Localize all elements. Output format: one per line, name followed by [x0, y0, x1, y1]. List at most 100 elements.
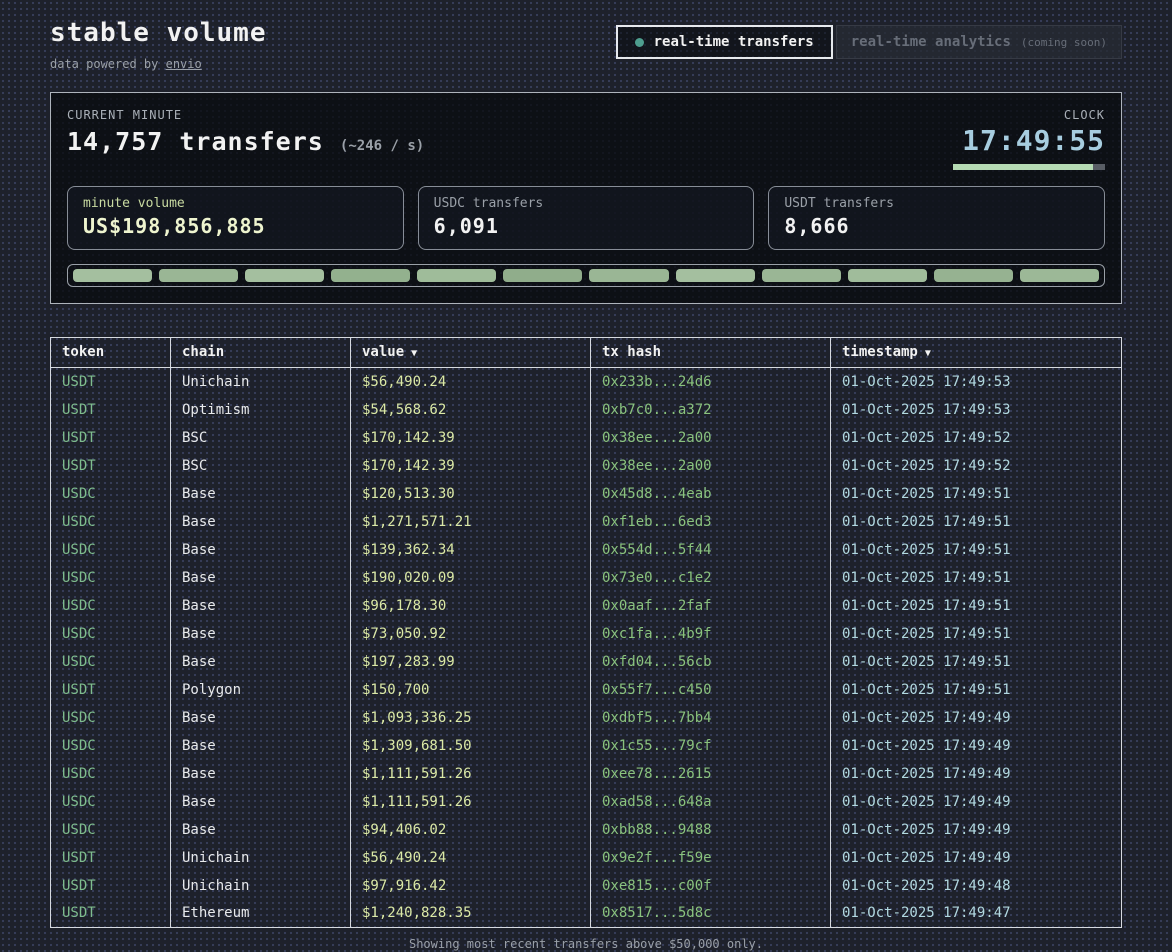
cell-timestamp: 01-Oct-2025 17:49:49: [831, 816, 1122, 844]
table-row: USDCBase$1,111,591.260xad58...648a01-Oct…: [51, 788, 1122, 816]
envio-link[interactable]: envio: [166, 57, 202, 71]
cell-tx-hash[interactable]: 0xc1fa...4b9f: [591, 620, 831, 648]
table-row: USDTOptimism$54,568.620xb7c0...a37201-Oc…: [51, 396, 1122, 424]
cell-tx-hash[interactable]: 0x1c55...79cf: [591, 732, 831, 760]
table-row: USDCBase$96,178.300x0aaf...2faf01-Oct-20…: [51, 592, 1122, 620]
cell-token: USDT: [51, 844, 171, 872]
cell-tx-hash[interactable]: 0x554d...5f44: [591, 536, 831, 564]
cell-timestamp: 01-Oct-2025 17:49:52: [831, 424, 1122, 452]
cell-chain: Base: [171, 620, 351, 648]
cell-value: $139,362.34: [351, 536, 591, 564]
cell-timestamp: 01-Oct-2025 17:49:53: [831, 368, 1122, 396]
table-row: USDCBase$190,020.090x73e0...c1e201-Oct-2…: [51, 564, 1122, 592]
cell-token: USDC: [51, 480, 171, 508]
cell-tx-hash[interactable]: 0x233b...24d6: [591, 368, 831, 396]
cell-timestamp: 01-Oct-2025 17:49:53: [831, 396, 1122, 424]
stat-boxes-row: minute volume US$198,856,885 USDC transf…: [67, 186, 1105, 250]
cell-tx-hash[interactable]: 0x9e2f...f59e: [591, 844, 831, 872]
cell-value: $1,111,591.26: [351, 788, 591, 816]
cell-tx-hash[interactable]: 0x8517...5d8c: [591, 900, 831, 928]
activity-segment: [676, 269, 755, 282]
column-label: timestamp: [842, 344, 918, 360]
cell-tx-hash[interactable]: 0xee78...2615: [591, 760, 831, 788]
cell-tx-hash[interactable]: 0x73e0...c1e2: [591, 564, 831, 592]
cell-tx-hash[interactable]: 0xbb88...9488: [591, 816, 831, 844]
cell-chain: Base: [171, 732, 351, 760]
cell-token: USDT: [51, 872, 171, 900]
cell-value: $170,142.39: [351, 424, 591, 452]
cell-tx-hash[interactable]: 0xb7c0...a372: [591, 396, 831, 424]
cell-timestamp: 01-Oct-2025 17:49:49: [831, 732, 1122, 760]
cell-chain: Polygon: [171, 676, 351, 704]
activity-segment: [245, 269, 324, 282]
cell-timestamp: 01-Oct-2025 17:49:49: [831, 844, 1122, 872]
cell-timestamp: 01-Oct-2025 17:49:51: [831, 536, 1122, 564]
column-header-value[interactable]: value▼: [351, 338, 591, 368]
cell-tx-hash[interactable]: 0xad58...648a: [591, 788, 831, 816]
table-row: USDCBase$73,050.920xc1fa...4b9f01-Oct-20…: [51, 620, 1122, 648]
cell-tx-hash[interactable]: 0x38ee...2a00: [591, 452, 831, 480]
cell-timestamp: 01-Oct-2025 17:49:49: [831, 760, 1122, 788]
column-label: token: [62, 344, 104, 360]
cell-tx-hash[interactable]: 0x0aaf...2faf: [591, 592, 831, 620]
cell-token: USDC: [51, 536, 171, 564]
table-row: USDTBSC$170,142.390x38ee...2a0001-Oct-20…: [51, 424, 1122, 452]
table-row: USDCBase$197,283.990xfd04...56cb01-Oct-2…: [51, 648, 1122, 676]
clock-time: 17:49:55: [953, 124, 1105, 157]
cell-value: $73,050.92: [351, 620, 591, 648]
cell-chain: Base: [171, 536, 351, 564]
cell-tx-hash[interactable]: 0xe815...c00f: [591, 872, 831, 900]
cell-chain: Base: [171, 508, 351, 536]
cell-timestamp: 01-Oct-2025 17:49:49: [831, 704, 1122, 732]
table-row: USDCBase$94,406.020xbb88...948801-Oct-20…: [51, 816, 1122, 844]
usdc-transfers-card: USDC transfers 6,091: [418, 186, 755, 250]
cell-timestamp: 01-Oct-2025 17:49:51: [831, 592, 1122, 620]
table-row: USDTUnichain$56,490.240x9e2f...f59e01-Oc…: [51, 844, 1122, 872]
cell-tx-hash[interactable]: 0x45d8...4eab: [591, 480, 831, 508]
sort-desc-icon: ▼: [411, 348, 417, 359]
stats-top-row: CURRENT MINUTE 14,757 transfers (~246 / …: [67, 108, 1105, 170]
cell-value: $1,111,591.26: [351, 760, 591, 788]
page: stable volume data powered by envio real…: [0, 0, 1172, 952]
cell-chain: Base: [171, 788, 351, 816]
cell-timestamp: 01-Oct-2025 17:49:51: [831, 508, 1122, 536]
cell-chain: Optimism: [171, 396, 351, 424]
transfers-word: transfers: [179, 127, 323, 156]
column-label: chain: [182, 344, 224, 360]
activity-segment: [762, 269, 841, 282]
cell-tx-hash[interactable]: 0x55f7...c450: [591, 676, 831, 704]
cell-token: USDC: [51, 508, 171, 536]
activity-segment: [73, 269, 152, 282]
usdc-transfers-label: USDC transfers: [434, 196, 739, 211]
cell-value: $97,916.42: [351, 872, 591, 900]
usdt-transfers-label: USDT transfers: [784, 196, 1089, 211]
cell-chain: BSC: [171, 452, 351, 480]
sort-desc-icon: ▼: [925, 348, 931, 359]
cell-tx-hash[interactable]: 0x38ee...2a00: [591, 424, 831, 452]
tab-real-time-transfers[interactable]: real-time transfers: [616, 25, 833, 59]
app-title: stable volume: [50, 18, 267, 48]
cell-token: USDC: [51, 564, 171, 592]
cell-timestamp: 01-Oct-2025 17:49:51: [831, 564, 1122, 592]
cell-value: $56,490.24: [351, 368, 591, 396]
activity-segment: [417, 269, 496, 282]
cell-tx-hash[interactable]: 0xfd04...56cb: [591, 648, 831, 676]
brand-block: stable volume data powered by envio: [50, 14, 267, 71]
column-label: tx hash: [602, 344, 661, 360]
cell-timestamp: 01-Oct-2025 17:49:51: [831, 648, 1122, 676]
cell-tx-hash[interactable]: 0xf1eb...6ed3: [591, 508, 831, 536]
column-header-timestamp[interactable]: timestamp ▼: [831, 338, 1122, 368]
usdt-transfers-card: USDT transfers 8,666: [768, 186, 1105, 250]
cell-token: USDT: [51, 396, 171, 424]
cell-token: USDC: [51, 760, 171, 788]
table-row: USDCBase$139,362.340x554d...5f4401-Oct-2…: [51, 536, 1122, 564]
table-row: USDCBase$1,309,681.500x1c55...79cf01-Oct…: [51, 732, 1122, 760]
cell-chain: Base: [171, 760, 351, 788]
transfers-headline: 14,757 transfers (~246 / s): [67, 127, 424, 156]
table-row: USDCBase$1,271,571.210xf1eb...6ed301-Oct…: [51, 508, 1122, 536]
minute-progress-fill: [953, 164, 1093, 170]
cell-tx-hash[interactable]: 0xdbf5...7bb4: [591, 704, 831, 732]
minute-volume-value: US$198,856,885: [83, 214, 388, 238]
activity-segment: [331, 269, 410, 282]
clock-label: CLOCK: [953, 108, 1105, 122]
